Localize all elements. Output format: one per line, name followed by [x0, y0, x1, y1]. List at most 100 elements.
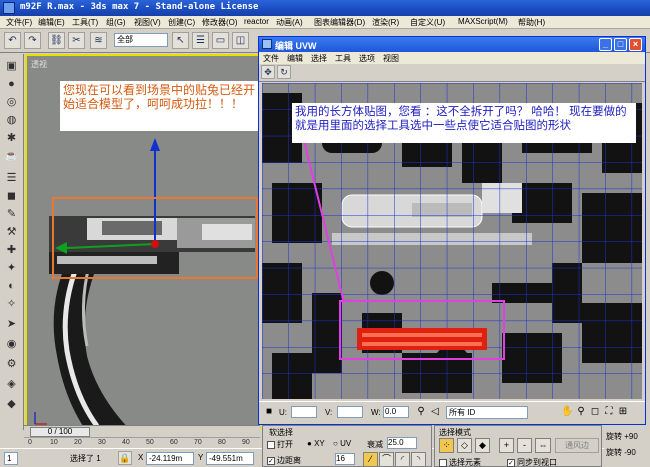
menu-help[interactable]: 帮助(H): [518, 17, 545, 28]
light-icon[interactable]: ✦: [3, 260, 20, 276]
uv-radio[interactable]: ○ UV: [333, 439, 351, 448]
window-crossing-icon[interactable]: ◫: [232, 32, 249, 49]
timeline-ruler: 0 10 20 30 40 50 60 70 80 90: [24, 437, 260, 448]
torus-icon[interactable]: ◎: [3, 94, 20, 110]
unlink-icon[interactable]: ✂: [68, 32, 85, 49]
menu-edit[interactable]: 编辑(E): [38, 17, 65, 28]
face-mode-icon[interactable]: ◆: [475, 438, 490, 453]
utility-icon[interactable]: ⚙: [3, 356, 20, 372]
edge-distance-checkbox[interactable]: [267, 456, 275, 465]
uvw-menu-edit[interactable]: 编辑: [287, 53, 303, 64]
bone-icon[interactable]: ⚒: [3, 224, 20, 240]
zoom-selected-icon[interactable]: ⊞: [617, 405, 629, 419]
lock-selection-icon[interactable]: 🔒: [118, 451, 132, 465]
mirror-icon[interactable]: ◁: [429, 405, 441, 419]
xy-radio[interactable]: ● XY: [307, 439, 325, 448]
falloff-curve-3-icon[interactable]: ◜: [395, 452, 410, 467]
undo-icon[interactable]: ↶: [4, 32, 21, 49]
menu-tools[interactable]: 工具(T): [72, 17, 98, 28]
bind-space-warp-icon[interactable]: ≋: [90, 32, 107, 49]
select-by-name-icon[interactable]: ☰: [192, 32, 209, 49]
menu-create[interactable]: 创建(C): [168, 17, 195, 28]
rotate-plus-90-button[interactable]: 旋转 +90: [606, 431, 638, 442]
sync-viewport-checkbox[interactable]: [507, 458, 515, 467]
soft-select-enable[interactable]: 打开: [267, 439, 293, 450]
helper-icon[interactable]: ✚: [3, 242, 20, 258]
id-filter-dropdown[interactable]: 所有 ID: [446, 406, 528, 419]
rect-select-icon[interactable]: ▭: [212, 32, 229, 49]
menu-group[interactable]: 组(G): [106, 17, 126, 28]
particle-icon[interactable]: ✧: [3, 296, 20, 312]
uvw-menu-view[interactable]: 视图: [383, 53, 399, 64]
move-icon[interactable]: ✥: [261, 65, 275, 79]
maxscript-listener[interactable]: [22, 452, 62, 465]
edge-distance-toggle[interactable]: 边距离: [267, 455, 301, 466]
cylinder-icon[interactable]: ◍: [3, 112, 20, 128]
pan-icon[interactable]: ✋: [561, 405, 573, 419]
teapot-icon[interactable]: ☕: [3, 148, 20, 164]
zoom-region-icon[interactable]: ◻: [589, 405, 601, 419]
time-slider[interactable]: 0 / 100: [30, 427, 90, 437]
menu-reactor[interactable]: reactor: [244, 17, 269, 26]
uv-canvas[interactable]: 我用的长方体贴图，您看 ：这不全拆开了吗？ 哈哈！ 现在要做的就是用里面的选择工…: [262, 83, 642, 399]
menu-modifiers[interactable]: 修改器(O): [202, 17, 238, 28]
v-spinner[interactable]: [337, 406, 363, 418]
create-icon[interactable]: ▣: [3, 58, 20, 74]
uvw-menu-bar: 文件 编辑 选择 工具 选项 视图: [259, 52, 645, 64]
menu-graph-editors[interactable]: 图表编辑器(D): [314, 17, 365, 28]
uvw-menu-select[interactable]: 选择: [311, 53, 327, 64]
uvw-menu-tools[interactable]: 工具: [335, 53, 351, 64]
w-spinner[interactable]: 0.0: [383, 406, 409, 418]
close-icon[interactable]: ×: [629, 38, 642, 51]
camera-icon[interactable]: ◐: [3, 278, 20, 294]
minimize-icon[interactable]: _: [599, 38, 612, 51]
menu-file[interactable]: 文件(F): [6, 17, 32, 28]
sphere-icon[interactable]: ●: [3, 76, 20, 92]
shrink-selection-button[interactable]: -: [517, 438, 532, 453]
selection-filter-dropdown[interactable]: 全部: [114, 33, 168, 47]
select-element-checkbox[interactable]: [439, 458, 447, 467]
display-icon[interactable]: ◉: [3, 336, 20, 352]
uvw-menu-options[interactable]: 选项: [359, 53, 375, 64]
vertex-mode-icon[interactable]: ⁘: [439, 438, 454, 453]
stack-icon[interactable]: ☰: [3, 170, 20, 186]
menu-views[interactable]: 视图(V): [134, 17, 161, 28]
zoom-extents-icon[interactable]: ⛶: [603, 405, 615, 419]
falloff-curve-2-icon[interactable]: ⌒: [379, 452, 394, 467]
maximize-icon[interactable]: □: [614, 38, 627, 51]
zoom-icon[interactable]: ⚲: [575, 405, 587, 419]
grow-selection-button[interactable]: +: [499, 438, 514, 453]
redo-icon[interactable]: ↷: [24, 32, 41, 49]
soft-select-checkbox[interactable]: [267, 440, 275, 449]
menu-maxscript[interactable]: MAXScript(M): [458, 17, 508, 26]
loop-icon[interactable]: ⇔: [535, 438, 551, 453]
menu-customize[interactable]: 自定义(U): [410, 17, 445, 28]
x-coordinate-field[interactable]: -24.119m: [146, 452, 194, 465]
falloff-curve-4-icon[interactable]: ◝: [411, 452, 426, 467]
rotate-icon[interactable]: ↻: [277, 65, 291, 79]
sync-viewport-toggle[interactable]: 同步到视口: [507, 457, 557, 467]
uv-lock-icon[interactable]: ■: [263, 405, 275, 419]
edge-distance-spinner[interactable]: 16: [335, 453, 355, 465]
falloff-curve-1-icon[interactable]: ⁄: [363, 452, 378, 467]
render-icon[interactable]: ◆: [3, 396, 20, 412]
perspective-viewport[interactable]: 透视 您现在可以看到场景中的贴兔已经开始适合模型了，呵呵成功拉！！！: [25, 54, 261, 430]
edge-mode-icon[interactable]: ◇: [457, 438, 472, 453]
material-icon[interactable]: ◈: [3, 376, 20, 392]
select-object-icon[interactable]: ↖: [172, 32, 189, 49]
select-link-icon[interactable]: ⛓: [48, 32, 65, 49]
rotate-minus-90-button[interactable]: 旋转 -90: [606, 447, 636, 458]
loop-edge-button[interactable]: 通风边: [555, 438, 599, 453]
motion-icon[interactable]: ➤: [3, 316, 20, 332]
u-spinner[interactable]: [291, 406, 317, 418]
uvw-menu-file[interactable]: 文件: [263, 53, 279, 64]
freeform-icon[interactable]: ⚲: [415, 405, 427, 419]
menu-rendering[interactable]: 渲染(R): [372, 17, 399, 28]
box-icon[interactable]: ◼: [3, 188, 20, 204]
wrench-icon[interactable]: ✎: [3, 206, 20, 222]
falloff-spinner[interactable]: 25.0: [387, 437, 417, 449]
y-coordinate-field[interactable]: -49.551m: [206, 452, 254, 465]
menu-animation[interactable]: 动画(A): [276, 17, 303, 28]
select-element-toggle[interactable]: 选择元素: [439, 457, 481, 467]
star-icon[interactable]: ✱: [3, 130, 20, 146]
